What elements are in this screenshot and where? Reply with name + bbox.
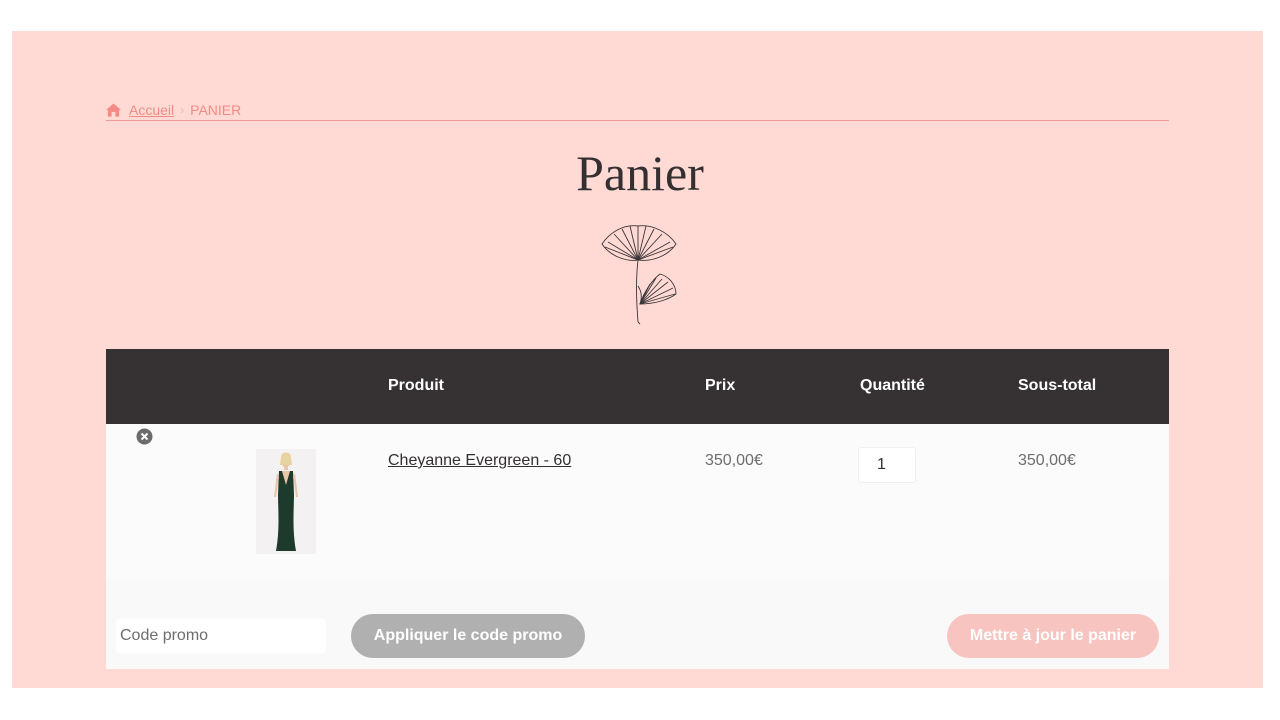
remove-item-icon[interactable] bbox=[136, 428, 153, 445]
header-quantity: Quantité bbox=[860, 377, 925, 394]
cart-table: Produit Prix Quantité Sous-total Cheyann… bbox=[106, 349, 1169, 669]
ginkgo-leaf-decoration bbox=[601, 225, 677, 325]
product-thumbnail[interactable] bbox=[256, 449, 316, 554]
header-price: Prix bbox=[705, 377, 736, 394]
header-subtotal: Sous-total bbox=[1018, 377, 1097, 394]
breadcrumb-home-link[interactable]: Accueil bbox=[129, 102, 174, 118]
quantity-input[interactable]: 1 bbox=[858, 447, 916, 483]
update-cart-button[interactable]: Mettre à jour le panier bbox=[947, 614, 1159, 658]
breadcrumb: Accueil › PANIER bbox=[106, 100, 1169, 121]
page-title: Panier bbox=[576, 145, 704, 201]
header-product: Produit bbox=[388, 377, 444, 394]
product-price: 350,00€ bbox=[705, 452, 763, 469]
promo-code-input[interactable]: Code promo bbox=[116, 619, 326, 653]
product-name-link[interactable]: Cheyanne Evergreen - 60 bbox=[388, 452, 571, 470]
home-icon bbox=[106, 103, 121, 117]
cart-item-row: Cheyanne Evergreen - 60 350,00€ 1 350,00… bbox=[106, 424, 1169, 579]
breadcrumb-separator: › bbox=[180, 103, 185, 117]
breadcrumb-current: PANIER bbox=[190, 102, 242, 118]
product-subtotal: 350,00€ bbox=[1018, 452, 1076, 469]
cart-table-header: Produit Prix Quantité Sous-total bbox=[106, 349, 1169, 424]
apply-promo-button[interactable]: Appliquer le code promo bbox=[351, 614, 585, 658]
cart-actions: Code promo Appliquer le code promo Mettr… bbox=[106, 579, 1169, 669]
